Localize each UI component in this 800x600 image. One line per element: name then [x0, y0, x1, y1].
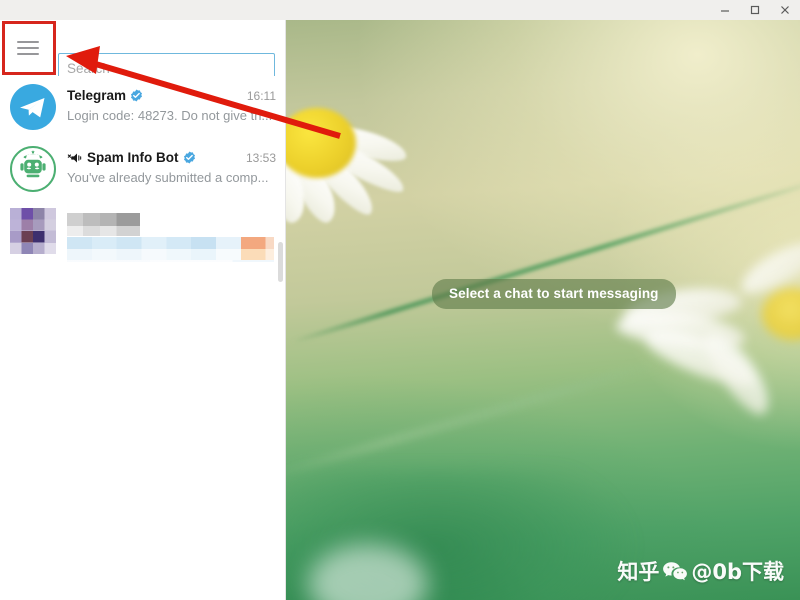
select-chat-placeholder: Select a chat to start messaging	[432, 279, 676, 309]
title-bar	[0, 0, 800, 20]
chat-timestamp: 16:11	[246, 88, 276, 103]
watermark-prefix: 知乎	[617, 560, 660, 584]
telegram-logo-avatar	[10, 84, 56, 130]
chat-preview-text: You've already submitted a comp...	[67, 170, 269, 185]
censored-avatar	[10, 208, 56, 254]
wechat-icon	[662, 560, 688, 582]
chat-content-area: Select a chat to start messaging 知乎 @0b下…	[286, 20, 800, 600]
sidebar-header	[0, 20, 285, 83]
censored-preview-block	[67, 249, 274, 260]
watermark-suffix: @0b下载	[691, 560, 784, 584]
list-item[interactable]	[0, 200, 285, 262]
censored-title-block	[67, 213, 140, 226]
censored-preview-block	[67, 237, 274, 249]
daisy-flower-left	[286, 54, 494, 354]
watermark: 知乎 @0b下载	[617, 556, 784, 586]
chat-item-header: Spam Info Bot 13:53	[67, 148, 276, 167]
list-item[interactable]: Telegram 16:11 Login code: 48273. Do not…	[0, 76, 285, 138]
close-icon[interactable]	[770, 0, 800, 20]
chat-list: Telegram 16:11 Login code: 48273. Do not…	[0, 76, 285, 262]
chat-preview-text: Login code: 48273. Do not give th...	[67, 108, 273, 123]
censored-preview-block	[67, 260, 274, 262]
spam-info-bot-avatar	[10, 146, 56, 192]
daisy-flower-right	[586, 232, 800, 480]
chat-sidebar: Telegram 16:11 Login code: 48273. Do not…	[0, 20, 286, 600]
censored-chat-content	[67, 208, 276, 262]
telegram-desktop-window: Telegram 16:11 Login code: 48273. Do not…	[0, 0, 800, 600]
chat-list-scrollbar[interactable]	[278, 242, 283, 282]
maximize-icon[interactable]	[740, 0, 770, 20]
chat-title: Telegram	[67, 88, 127, 103]
minimize-icon[interactable]	[710, 0, 740, 20]
chat-title: Spam Info Bot	[87, 150, 179, 165]
chat-item-body: Spam Info Bot 13:53 You've already submi…	[67, 146, 276, 200]
list-item[interactable]: Spam Info Bot 13:53 You've already submi…	[0, 138, 285, 200]
censored-title-block	[67, 226, 140, 236]
chat-item-header: Telegram 16:11	[67, 86, 276, 105]
muted-speaker-icon	[67, 152, 82, 164]
verified-badge-icon	[130, 89, 143, 102]
chat-timestamp: 13:53	[245, 150, 276, 165]
chat-item-body: Telegram 16:11 Login code: 48273. Do not…	[67, 84, 276, 138]
verified-badge-icon	[183, 151, 196, 164]
hamburger-menu-icon[interactable]	[8, 33, 48, 63]
daisy-center	[762, 288, 800, 340]
